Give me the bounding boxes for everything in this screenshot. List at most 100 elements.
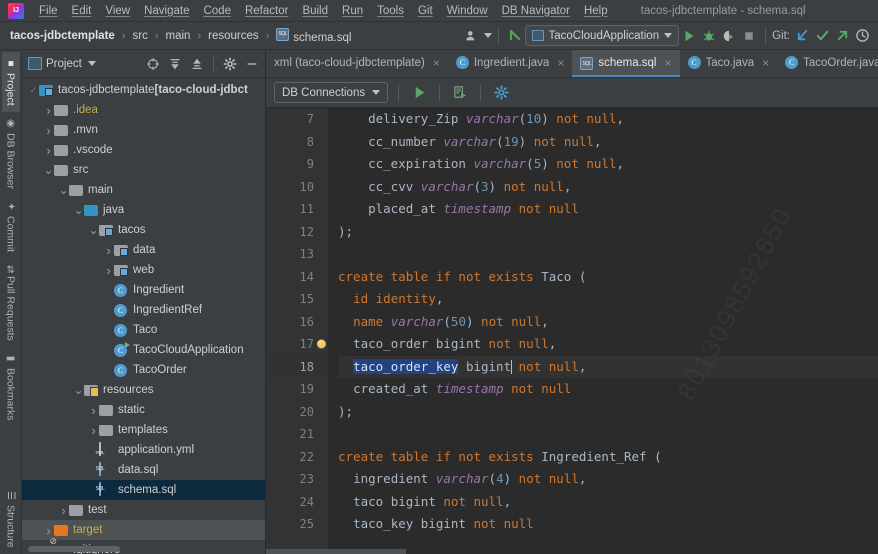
chevron-down-icon[interactable]: ⌄ xyxy=(58,184,69,196)
debug-icon[interactable] xyxy=(699,26,719,46)
stop-icon[interactable] xyxy=(739,26,759,46)
tree-node-java[interactable]: ⌄ java xyxy=(22,200,265,220)
gutter-line-number[interactable]: 20 xyxy=(266,401,328,424)
tree-node-resources[interactable]: ⌄ resources xyxy=(22,380,265,400)
gutter-line-number[interactable]: 25 xyxy=(266,513,328,536)
update-project-icon[interactable] xyxy=(792,26,812,46)
gutter-line-number[interactable]: 24 xyxy=(266,491,328,514)
close-icon[interactable]: × xyxy=(433,56,440,70)
db-connection-selector[interactable]: DB Connections xyxy=(274,82,389,103)
gutter-line-number[interactable]: 12 xyxy=(266,221,328,244)
editor-tab-schema-sql[interactable]: SQL schema.sql × xyxy=(572,50,680,77)
code-line[interactable]: cc_number varchar(19) not null, xyxy=(338,131,878,154)
tree-node-target[interactable]: › target xyxy=(22,520,265,540)
gutter-line-number[interactable]: 8 xyxy=(266,131,328,154)
user-avatar-icon[interactable] xyxy=(462,26,482,46)
menu-item-code[interactable]: Code xyxy=(196,3,238,19)
gear-icon[interactable] xyxy=(221,55,239,73)
menu-item-git[interactable]: Git xyxy=(411,3,440,19)
breadcrumb-item-resources[interactable]: resources xyxy=(204,29,263,43)
tree-node-tacocloudapplication[interactable]: C TacoCloudApplication xyxy=(22,340,265,360)
tree-node-data[interactable]: › data xyxy=(22,240,265,260)
code-line[interactable]: ); xyxy=(338,221,878,244)
tree-node--vscode[interactable]: › .vscode xyxy=(22,140,265,160)
push-icon[interactable] xyxy=(832,26,852,46)
avatar-dropdown-icon[interactable] xyxy=(483,33,492,38)
tree-node-tacos[interactable]: ⌄ tacos xyxy=(22,220,265,240)
gutter-line-number[interactable]: 17 xyxy=(266,333,328,356)
chevron-right-icon[interactable]: › xyxy=(103,263,114,278)
menu-item-refactor[interactable]: Refactor xyxy=(238,3,295,19)
tree-node-data-sql[interactable]: data.sql xyxy=(22,460,265,480)
gutter-line-number[interactable]: 9 xyxy=(266,153,328,176)
code-line[interactable]: created_at timestamp not null xyxy=(338,378,878,401)
tool-tab-pull-requests[interactable]: ⇅ Pull Requests xyxy=(2,258,20,347)
code-editor[interactable]: 78910111213141516171819202122232425 8013… xyxy=(266,108,878,554)
menu-item-file[interactable]: File xyxy=(32,3,65,19)
history-icon[interactable] xyxy=(852,26,872,46)
tree-node-tacoorder[interactable]: C TacoOrder xyxy=(22,360,265,380)
back-arrow-icon[interactable] xyxy=(505,26,525,46)
chevron-right-icon[interactable]: › xyxy=(43,143,54,158)
menu-item-view[interactable]: View xyxy=(98,3,137,19)
checkmark-icon[interactable]: ✓ xyxy=(28,85,39,96)
gutter-line-number[interactable]: 21 xyxy=(266,423,328,446)
menu-item-window[interactable]: Window xyxy=(440,3,495,19)
gutter-line-number[interactable]: 14 xyxy=(266,266,328,289)
code-line[interactable]: create table if not exists Taco ( xyxy=(338,266,878,289)
execute-statement-icon[interactable] xyxy=(409,83,429,103)
tree-node-ingredient[interactable]: C Ingredient xyxy=(22,280,265,300)
close-icon[interactable]: × xyxy=(557,56,564,70)
chevron-down-icon[interactable]: ⌄ xyxy=(43,164,54,176)
tree-node--mvn[interactable]: › .mvn xyxy=(22,120,265,140)
code-line[interactable] xyxy=(338,243,878,266)
menu-item-run[interactable]: Run xyxy=(335,3,370,19)
gutter-line-number[interactable]: 7 xyxy=(266,108,328,131)
collapse-all-icon[interactable] xyxy=(188,55,206,73)
code-line[interactable]: cc_cvv varchar(3) not null, xyxy=(338,176,878,199)
chevron-right-icon[interactable]: › xyxy=(88,423,99,438)
editor-tab-ingredient-java[interactable]: C Ingredient.java × xyxy=(448,50,572,77)
menu-item-tools[interactable]: Tools xyxy=(370,3,411,19)
editor-gutter[interactable]: 7 8 9 10 11 12 13 14 15 16 17 18 19 20 21 22 23 24 25 xyxy=(266,108,328,554)
gutter-line-number[interactable]: 11 xyxy=(266,198,328,221)
menu-item-help[interactable]: Help xyxy=(577,3,615,19)
tree-node--idea[interactable]: › .idea xyxy=(22,100,265,120)
close-icon[interactable]: × xyxy=(762,56,769,70)
hide-icon[interactable] xyxy=(243,55,261,73)
tool-tab-db-browser[interactable]: ◉ DB Browser xyxy=(2,112,20,195)
breadcrumb-item-tacos-jdbctemplate[interactable]: tacos-jdbctemplate xyxy=(6,29,119,43)
chevron-down-icon[interactable]: ⌄ xyxy=(88,224,99,236)
commit-icon[interactable] xyxy=(812,26,832,46)
chevron-right-icon[interactable]: › xyxy=(43,123,54,138)
code-line[interactable]: taco_key bigint not null xyxy=(338,513,878,536)
gutter-line-number[interactable]: 23 xyxy=(266,468,328,491)
gutter-line-number[interactable]: 13 xyxy=(266,243,328,266)
tree-node-static[interactable]: › static xyxy=(22,400,265,420)
gutter-line-number[interactable]: 15 xyxy=(266,288,328,311)
gutter-line-number[interactable]: 22 xyxy=(266,446,328,469)
editor-horizontal-scrollbar[interactable] xyxy=(266,549,406,554)
editor-text[interactable]: 8013098592650 delivery_Zip varchar(10) n… xyxy=(328,108,878,554)
chevron-right-icon[interactable]: › xyxy=(88,403,99,418)
tree-node-taco[interactable]: C Taco xyxy=(22,320,265,340)
gutter-line-number[interactable]: 19 xyxy=(266,378,328,401)
breadcrumb-item-src[interactable]: src xyxy=(128,29,151,43)
tool-tab-project[interactable]: ■ Project xyxy=(1,52,20,112)
tree-node-src[interactable]: ⌄ src xyxy=(22,160,265,180)
tree-node-web[interactable]: › web xyxy=(22,260,265,280)
tool-tab-bookmarks[interactable]: ▮ Bookmarks xyxy=(2,347,20,427)
expand-all-icon[interactable] xyxy=(166,55,184,73)
tool-tab-commit[interactable]: ✦ Commit xyxy=(2,195,20,258)
gutter-line-number[interactable]: 18 xyxy=(266,355,328,378)
close-icon[interactable]: × xyxy=(665,56,672,70)
code-line[interactable]: ); xyxy=(338,401,878,424)
execute-script-icon[interactable] xyxy=(450,83,470,103)
chevron-down-icon[interactable]: ⌄ xyxy=(73,384,84,396)
project-tree-scrollbar[interactable] xyxy=(28,546,120,552)
gear-icon[interactable] xyxy=(491,83,511,103)
chevron-down-icon[interactable]: ⌄ xyxy=(73,204,84,216)
code-line[interactable]: cc_expiration varchar(5) not null, xyxy=(338,153,878,176)
editor-tab-taco-java[interactable]: C Taco.java × xyxy=(680,50,778,77)
code-line[interactable]: ingredient varchar(4) not null, xyxy=(338,468,878,491)
